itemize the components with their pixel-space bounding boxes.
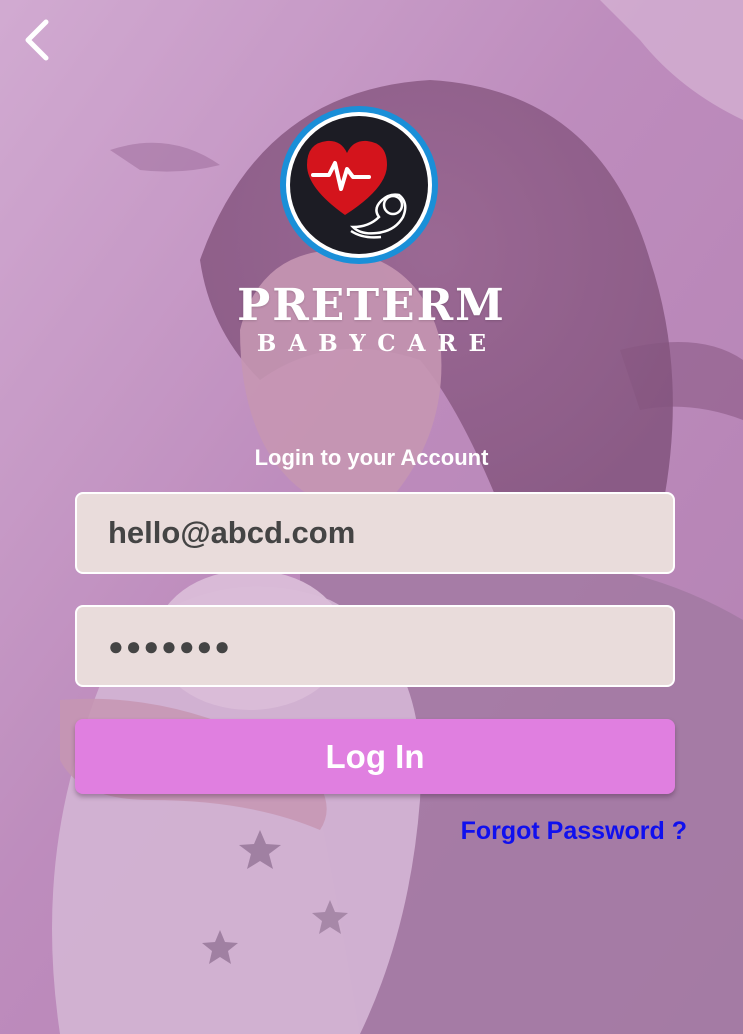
chevron-left-icon (25, 19, 49, 61)
login-button-label: Log In (325, 737, 425, 775)
login-heading: Login to your Account (254, 445, 489, 470)
login-screen: PRETERM BABYCARE Login to your Account h… (0, 0, 743, 1034)
brand-title: PRETERM (237, 280, 506, 331)
heart-pulse-baby-icon (280, 106, 438, 264)
email-value: hello@abcd.com (108, 515, 356, 550)
login-button[interactable]: Log In (75, 719, 675, 794)
brand-subtitle: BABYCARE (256, 330, 499, 357)
password-field[interactable]: ●●●●●●● (75, 605, 675, 687)
password-value: ●●●●●●● (108, 630, 232, 661)
email-field[interactable]: hello@abcd.com (75, 492, 675, 574)
back-button[interactable] (12, 14, 60, 66)
forgot-password-link[interactable]: Forgot Password ? (461, 815, 687, 847)
